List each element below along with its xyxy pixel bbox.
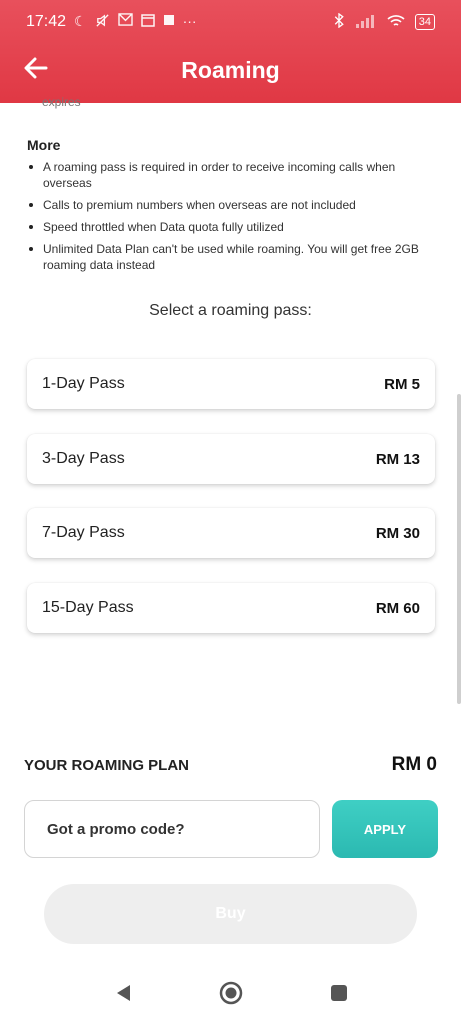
status-left-icons: ☾ ··· [74, 13, 197, 31]
status-left: 17:42 ☾ ··· [26, 13, 197, 31]
buy-button[interactable]: Buy [44, 884, 417, 944]
expires-text-fragment: expires [42, 95, 81, 109]
nav-back-button[interactable] [105, 977, 141, 1013]
pass-option-3-day[interactable]: 3-Day Pass RM 13 [27, 434, 435, 484]
nav-recents-button[interactable] [321, 977, 357, 1013]
pass-price: RM 5 [384, 375, 420, 393]
list-item: Unlimited Data Plan can't be used while … [27, 241, 431, 273]
home-circle-icon [218, 980, 244, 1011]
pass-name: 7-Day Pass [42, 524, 125, 541]
roaming-plan-summary: YOUR ROAMING PLAN RM 0 [24, 754, 437, 776]
list-item: A roaming pass is required in order to r… [27, 159, 431, 191]
main-content[interactable]: expires More A roaming pass is required … [0, 95, 461, 1024]
pass-option-7-day[interactable]: 7-Day Pass RM 30 [27, 508, 435, 558]
app-header: 17:42 ☾ ··· 34 Roaming [0, 0, 461, 103]
system-nav-bar [0, 966, 461, 1024]
more-dots-icon: ··· [182, 13, 197, 29]
plan-label: YOUR ROAMING PLAN [24, 756, 189, 774]
moon-icon: ☾ [74, 13, 87, 29]
plan-total: RM 0 [391, 754, 437, 775]
pass-name: 1-Day Pass [42, 375, 125, 392]
status-time: 17:42 [26, 13, 67, 30]
back-button[interactable] [20, 54, 52, 86]
pass-price: RM 30 [375, 524, 420, 542]
square-icon [163, 13, 175, 31]
pass-name: 3-Day Pass [42, 450, 125, 467]
more-info-list: A roaming pass is required in order to r… [27, 159, 431, 279]
status-bar: 17:42 ☾ ··· 34 [0, 0, 461, 44]
list-item: Calls to premium numbers when overseas a… [27, 197, 431, 213]
pass-option-1-day[interactable]: 1-Day Pass RM 5 [27, 359, 435, 409]
calendar-icon [140, 13, 155, 31]
more-section-title: More [27, 137, 61, 153]
back-triangle-icon [114, 983, 132, 1008]
arrow-left-icon [24, 57, 48, 84]
apply-button[interactable]: APPLY [332, 800, 438, 858]
pass-price: RM 13 [375, 450, 420, 468]
list-item: Speed throttled when Data quota fully ut… [27, 219, 431, 235]
wifi-icon [387, 14, 405, 31]
pass-price: RM 60 [375, 599, 420, 617]
title-bar: Roaming [0, 44, 461, 96]
select-pass-label: Select a roaming pass: [149, 302, 312, 319]
recents-square-icon [330, 984, 348, 1007]
mute-icon [95, 13, 110, 31]
bluetooth-icon [333, 12, 345, 31]
nav-home-button[interactable] [213, 977, 249, 1013]
battery-icon: 34 [414, 14, 435, 30]
mail-icon [117, 13, 133, 31]
signal-icon [355, 14, 377, 31]
pass-name: 15-Day Pass [42, 599, 134, 616]
page-title: Roaming [181, 56, 280, 83]
status-right: 34 [333, 12, 435, 31]
scrollbar[interactable] [457, 394, 461, 704]
pass-option-15-day[interactable]: 15-Day Pass RM 60 [27, 583, 435, 633]
promo-code-input[interactable] [24, 800, 320, 858]
